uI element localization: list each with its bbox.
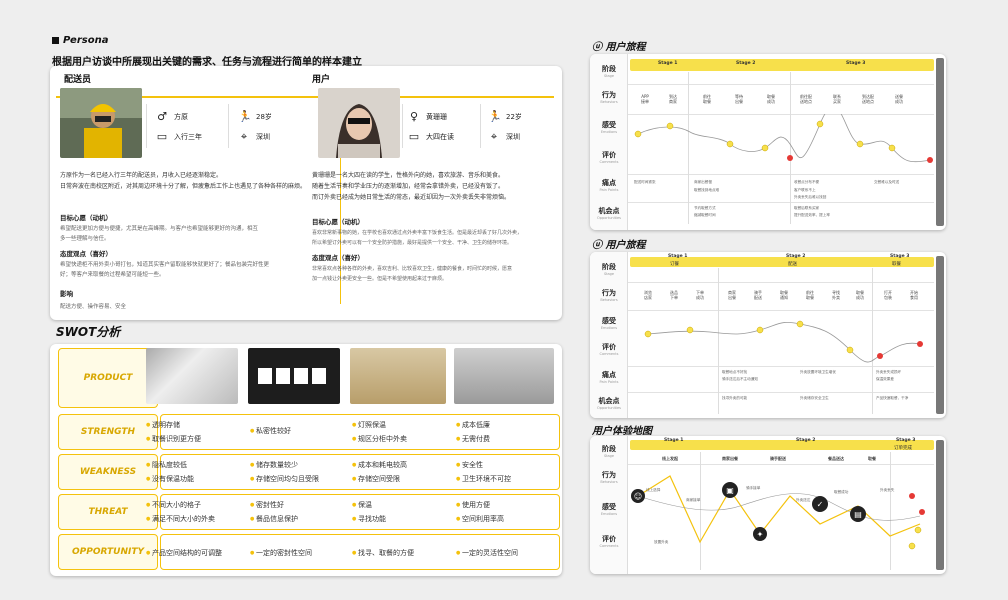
journey3-map-curve: ☺ ▣ ✦ ✓ ▤ [631,475,925,550]
journey1-card: Stage 1 Stage 2 Stage 3 阶段 Stage 行为 Behavi… [590,54,946,230]
strength-item: 私密性较好 [250,426,291,436]
journey1-title: ⓤ 用户旅程 [592,42,646,53]
courier-city: ⌖ 深圳 [238,130,270,144]
id-card-icon: ▭ [156,130,168,143]
id-card-icon: ▭ [408,130,420,143]
user-age: 🏃 22岁 [488,110,522,123]
courier-photo [60,88,142,158]
user-city: ⌖ 深圳 [488,130,520,144]
user-title: 用户 [312,75,331,85]
swot-label-opportunity: OPPORTUNITY [58,534,158,570]
courier-goal: 希望配送更加方便与便捷，尤其是在高峰期。与客户也希望能够更好的沟通，相互 多一些理… [60,226,259,242]
weakness-item: 没有保温功能 [146,474,194,484]
threat-item: 使用方便 [456,500,490,510]
user-circle-icon: ⓤ [592,240,602,251]
swot-label-product: PRODUCT [58,348,158,408]
courier-influence-title: 影响 [60,290,73,298]
opportunity-item: 一定的密封性空间 [250,548,312,558]
journey2-title: ⓤ 用户旅程 [592,240,646,251]
swot-label-weakness: WEAKNESS [58,454,158,490]
user-icon: ☺ [634,492,642,501]
basket-icon: ▤ [854,510,862,519]
journey3-card: Stage 1 Stage 2 Stage 3 订单完成 阶段 Stage 行为 B… [590,436,946,574]
user-bio: 黄珊珊是一名大四在读的学生，性格外向的她，喜欢旅游、音乐和美食。 随着生活节奏和学… [312,172,511,201]
product-image-2 [248,348,340,404]
user-name: ♀ 黄珊珊 [409,110,447,123]
courier-attitude-title: 态度观点（喜好） [60,250,112,258]
run-icon: 🏃 [238,110,252,123]
persona-card: 配送员 ♂ 方原 🏃 28岁 ▭ 入行三年 ⌖ 深圳 方原作为一名已经入行三年的配送员，… [50,66,562,320]
threat-item: 空间利用率高 [456,514,504,524]
square-bullet-icon [52,37,59,44]
swot-card: PRODUCT STRENGTH 透明存储 私密性较好 灯照保温 成本低廉 取餐… [50,344,562,576]
bag-icon: ▣ [726,486,734,495]
weakness-item: 成本和耗电较高 [352,460,407,470]
product-image-3 [350,348,446,404]
persona-title: Persona [63,35,109,46]
user-attitude-title: 态度观点（喜好） [312,254,364,262]
weakness-item: 存储空间受限 [352,474,400,484]
product-image-4 [454,348,554,404]
location-icon: ⌖ [490,130,498,143]
strength-item: 取餐识别更方便 [146,434,201,444]
threat-item: 满足不同大小的外卖 [146,514,215,524]
weakness-item: 安全性 [456,460,483,470]
journey2-card: Stage 1 Stage 2 Stage 3 订餐 配送 取餐 阶段 Stage… [590,252,946,418]
user-photo [318,88,400,158]
strength-item: 无需付费 [456,434,490,444]
weakness-item: 卫生环境不可控 [456,474,511,484]
courier-age: 🏃 28岁 [238,110,272,123]
courier-name: ♂ 方原 [157,110,188,123]
user-goal: 喜欢非常新事物的她，在学校也喜欢通过点外卖丰富下饭食生活。但是最近却丢了好几次外… [312,230,523,246]
courier-title: 配送员 [64,75,92,85]
courier-bio: 方原作为一名已经入行三年的配送员，月收入已经逐渐稳定。 日常奔波在南校区附近，对其… [60,172,307,190]
swot-label-strength: STRENGTH [58,414,158,450]
opportunity-item: 一定的灵活性空间 [456,548,518,558]
user-attitude: 非常喜欢点各种各样的外卖，喜欢吉利、比较喜欢卫生，健康的餐食，时间忙的时候，愿意… [312,266,513,282]
strength-item: 成本低廉 [456,420,490,430]
threat-item: 保温 [352,500,372,510]
strength-item: 灯照保温 [352,420,386,430]
opportunity-item: 找寻、取餐的方便 [352,548,414,558]
threat-item: 不同大小的格子 [146,500,201,510]
threat-item: 密封性好 [250,500,284,510]
journey3-title: 用户体验地图 [592,426,652,437]
user-job: ▭ 大四在读 [408,130,454,143]
opportunity-item: 产品空间结构的可调整 [146,548,222,558]
rocket-icon: ✦ [757,530,764,539]
courier-job: ▭ 入行三年 [156,130,202,143]
persona-header: Persona 根据用户访谈中所展现出关键的需求、任务与流程进行简单的样本建立 [52,30,362,68]
check-icon: ✓ [817,500,824,509]
journey1-emotion-curve [634,114,933,163]
product-image-1 [146,348,238,404]
male-icon: ♂ [157,110,167,123]
user-goal-title: 目标心愿（动机） [312,218,364,226]
strength-item: 透明存储 [146,420,180,430]
weakness-item: 储存数量较少 [250,460,298,470]
weakness-item: 存储空间均匀且受限 [250,474,319,484]
run-icon: 🏃 [488,110,502,123]
location-icon: ⌖ [240,130,248,143]
user-circle-icon: ⓤ [592,42,602,53]
journey2-emotion-curve [644,320,923,363]
swot-label-threat: THREAT [58,494,158,530]
courier-influence: 配送方便、操作容易、安全 [60,304,127,310]
threat-item: 寻找功能 [352,514,386,524]
courier-attitude: 希望快递柜不用外卖小哥打包，知道其实客户留取能够快就更好了；餐品包装完好性更 好；… [60,262,270,278]
courier-goal-title: 目标心愿（动机） [60,214,112,222]
weakness-item: 隐私度较低 [146,460,187,470]
female-icon: ♀ [409,110,419,123]
strength-item: 规区分柜中外卖 [352,434,407,444]
threat-item: 餐品信息保护 [250,514,298,524]
swot-title: SWOT分析 [56,325,121,339]
